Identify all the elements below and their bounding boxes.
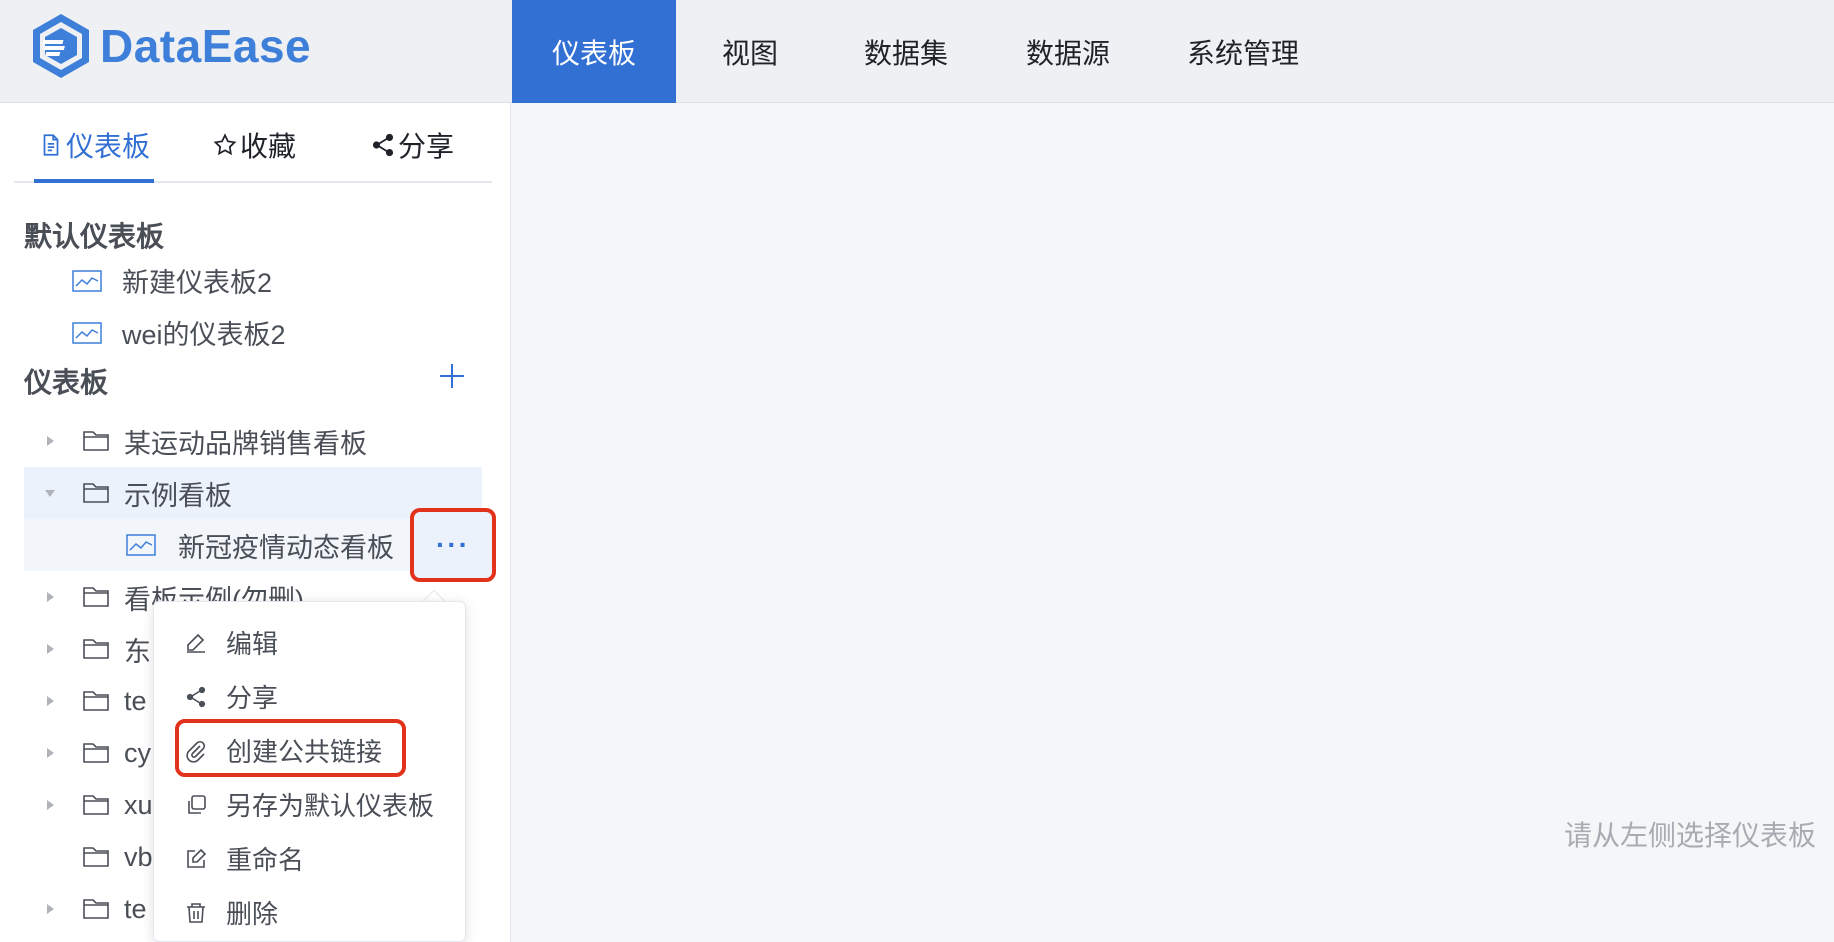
tab-dashboard-label: 仪表板 bbox=[66, 131, 151, 162]
nav-system-admin[interactable]: 系统管理 bbox=[1148, 0, 1338, 103]
menu-item-delete[interactable]: 删除 bbox=[184, 894, 278, 931]
folder-label: te bbox=[124, 685, 147, 716]
caret-down-icon[interactable] bbox=[42, 485, 58, 501]
tab-favorites[interactable]: 收藏 bbox=[212, 125, 296, 165]
empty-state-hint: 请从左侧选择仪表板 bbox=[1563, 820, 1816, 851]
edit-icon bbox=[187, 848, 207, 868]
app-logo[interactable]: DataEase bbox=[30, 12, 311, 80]
add-icon[interactable] bbox=[437, 361, 467, 391]
tree-folder-row[interactable]: 某运动品牌销售看板 bbox=[24, 415, 482, 467]
tab-share[interactable]: 分享 bbox=[370, 125, 454, 165]
folder-label: 某运动品牌销售看板 bbox=[124, 428, 367, 459]
folder-icon bbox=[83, 587, 109, 607]
folder-icon bbox=[83, 795, 109, 815]
copy-icon bbox=[188, 794, 206, 814]
folder-icon bbox=[83, 899, 109, 919]
menu-item-save-as-default[interactable]: 另存为默认仪表板 bbox=[184, 786, 434, 823]
active-tab-indicator bbox=[34, 179, 154, 183]
folder-icon bbox=[83, 847, 109, 867]
trash-icon bbox=[187, 902, 205, 923]
top-header: DataEase 仪表板 视图 数据集 数据源 系统管理 bbox=[0, 0, 1834, 103]
line-chart-icon bbox=[72, 321, 102, 344]
menu-item-label: 重命名 bbox=[226, 845, 305, 875]
menu-item-edit[interactable]: 编辑 bbox=[184, 624, 278, 661]
sidebar-tabs: 仪表板 收藏 分享 bbox=[14, 103, 492, 183]
dataease-logo-icon bbox=[33, 14, 89, 78]
caret-right-icon[interactable] bbox=[42, 797, 58, 813]
dashboard-label: 新建仪表板2 bbox=[122, 268, 273, 298]
tab-dashboard[interactable]: 仪表板 bbox=[38, 125, 150, 165]
default-dashboard-item[interactable]: 新建仪表板2 bbox=[72, 261, 272, 300]
menu-item-label: 分享 bbox=[226, 683, 279, 713]
menu-item-share[interactable]: 分享 bbox=[184, 678, 278, 715]
folder-label: vb bbox=[124, 841, 153, 872]
caret-right-icon[interactable] bbox=[42, 745, 58, 761]
logo-text: DataEase bbox=[100, 20, 312, 72]
tab-favorites-label: 收藏 bbox=[240, 131, 297, 162]
folder-label: 东 bbox=[124, 636, 151, 667]
nav-datasources[interactable]: 数据源 bbox=[988, 0, 1148, 103]
menu-item-label: 删除 bbox=[226, 899, 279, 929]
default-dashboard-title: 默认仪表板 bbox=[24, 221, 165, 252]
main-content: 请从左侧选择仪表板 bbox=[512, 103, 1834, 942]
caret-right-icon[interactable] bbox=[42, 693, 58, 709]
folder-icon bbox=[83, 691, 109, 711]
folder-label: te bbox=[124, 893, 147, 924]
folder-label: cy bbox=[124, 737, 151, 768]
nav-datasets[interactable]: 数据集 bbox=[824, 0, 988, 103]
share-icon bbox=[186, 686, 206, 707]
menu-item-rename[interactable]: 重命名 bbox=[184, 840, 304, 877]
dashboard-section-title: 仪表板 bbox=[24, 367, 109, 398]
default-dashboard-item[interactable]: wei的仪表板2 bbox=[72, 313, 286, 352]
share-icon bbox=[372, 133, 394, 157]
annotation-highlight-box bbox=[175, 719, 406, 777]
dashboard-label: 新冠疫情动态看板 bbox=[178, 532, 394, 563]
star-icon bbox=[213, 133, 237, 156]
folder-icon bbox=[83, 743, 109, 763]
folder-icon bbox=[83, 639, 109, 659]
folder-icon bbox=[83, 483, 109, 503]
dashboard-label: wei的仪表板2 bbox=[122, 320, 286, 350]
menu-item-label: 编辑 bbox=[226, 629, 279, 659]
menu-item-label: 另存为默认仪表板 bbox=[226, 791, 435, 821]
nav-views[interactable]: 视图 bbox=[676, 0, 824, 103]
caret-right-icon[interactable] bbox=[42, 641, 58, 657]
line-chart-icon bbox=[72, 269, 102, 292]
folder-icon bbox=[83, 431, 109, 451]
document-icon bbox=[43, 134, 59, 156]
main-nav: 仪表板 视图 数据集 数据源 系统管理 bbox=[512, 0, 1338, 103]
nav-dashboard[interactable]: 仪表板 bbox=[512, 0, 676, 103]
line-chart-icon bbox=[126, 534, 156, 556]
tab-share-label: 分享 bbox=[398, 131, 455, 162]
caret-right-icon[interactable] bbox=[42, 901, 58, 917]
folder-label: xu bbox=[124, 789, 153, 820]
caret-right-icon[interactable] bbox=[42, 589, 58, 605]
pencil-icon bbox=[187, 633, 205, 653]
folder-label: 示例看板 bbox=[124, 480, 232, 511]
caret-right-icon[interactable] bbox=[42, 433, 58, 449]
